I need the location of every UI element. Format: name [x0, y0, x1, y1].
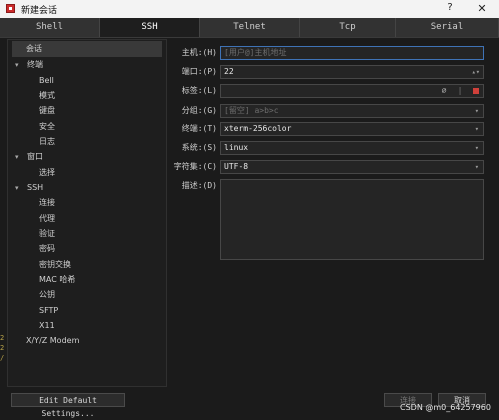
system-select[interactable]: linux ▾	[220, 141, 484, 155]
edit-default-settings-button[interactable]: Edit Default Settings...	[11, 393, 125, 418]
tree-item-x11[interactable]: X11	[39, 318, 55, 334]
port-input[interactable]: 22 ▴▾	[220, 65, 484, 79]
clear-icon[interactable]: ⌀	[439, 86, 449, 96]
tree-item-password[interactable]: 密码	[39, 241, 55, 257]
tree-item-connect[interactable]: 连接	[39, 195, 55, 211]
tree-item-mode[interactable]: 模式	[39, 88, 55, 104]
terminal-value: xterm-256color	[224, 124, 292, 133]
terminal-label: 终端:(T)	[181, 124, 217, 133]
help-button[interactable]: ?	[440, 2, 460, 16]
system-label: 系统:(S)	[181, 143, 217, 152]
tab-ssh[interactable]: SSH	[100, 18, 200, 37]
tree-item-proxy[interactable]: 代理	[39, 211, 55, 227]
description-textarea[interactable]	[220, 179, 484, 260]
group-label: 分组:(G)	[181, 106, 217, 115]
port-label: 端口:(P)	[181, 67, 217, 76]
tree-item-mac-hash[interactable]: MAC 哈希	[39, 272, 75, 288]
tree-item-select[interactable]: 选择	[39, 165, 55, 181]
tag-label: 标签:(L)	[181, 86, 217, 95]
tree-item-bell[interactable]: Bell	[39, 73, 54, 89]
tab-shell[interactable]: Shell	[0, 18, 100, 37]
chevron-down-icon[interactable]: ▾	[475, 142, 479, 154]
tree-item-log[interactable]: 日志	[39, 134, 55, 150]
background-text: 2	[0, 344, 5, 352]
stepper-arrows-icon[interactable]: ▴▾	[472, 66, 480, 78]
close-button[interactable]: ✕	[472, 2, 492, 16]
tab-tcp[interactable]: Tcp	[300, 18, 396, 37]
session-form: 主机:(H) [用户@]主机地址 端口:(P) 22 ▴▾ 标签:(L) ⌀ | …	[173, 39, 492, 387]
app-icon	[6, 4, 15, 13]
port-value: 22	[224, 67, 234, 76]
system-value: linux	[224, 143, 249, 152]
tree-item-public-key[interactable]: 公钥	[39, 287, 55, 303]
tree-item-label: 窗口	[27, 152, 43, 161]
tree-item-label: 终端	[27, 60, 43, 69]
charset-value: UTF-8	[224, 162, 249, 171]
divider-icon: |	[457, 86, 463, 95]
tree-item-window[interactable]: ▾ 窗口	[15, 149, 43, 165]
chevron-down-icon[interactable]: ▾	[475, 161, 479, 173]
group-placeholder: [留空] a>b>c	[224, 106, 279, 115]
watermark: CSDN @m0_64257960	[400, 403, 491, 412]
color-swatch-icon[interactable]	[473, 88, 479, 94]
terminal-select[interactable]: xterm-256color ▾	[220, 122, 484, 136]
group-input[interactable]: [留空] a>b>c ▾	[220, 104, 484, 118]
tree-item-security[interactable]: 安全	[39, 119, 55, 135]
tree-item-ssh[interactable]: ▾ SSH	[15, 180, 43, 196]
tree-item-label: SSH	[27, 183, 44, 192]
settings-tree: 会话 ▾ 终端 Bell 模式 键盘 安全 日志 ▾ 窗口 选择 ▾ SSH 连接 代…	[7, 39, 167, 387]
charset-label: 字符集:(C)	[173, 162, 217, 171]
tree-item-key-exchange[interactable]: 密钥交换	[39, 257, 71, 273]
background-text: /	[0, 354, 5, 362]
tree-item-terminal[interactable]: ▾ 终端	[15, 57, 43, 73]
chevron-down-icon[interactable]: ▾	[475, 105, 479, 117]
tree-item-auth[interactable]: 验证	[39, 226, 55, 242]
tree-item-keyboard[interactable]: 键盘	[39, 103, 55, 119]
window-title: 新建会话	[21, 6, 58, 16]
host-placeholder: [用户@]主机地址	[224, 48, 287, 57]
title-bar: 新建会话 ? ✕	[0, 0, 499, 18]
chevron-down-icon[interactable]: ▾	[15, 57, 23, 73]
description-label: 描述:(D)	[181, 181, 217, 190]
host-input[interactable]: [用户@]主机地址	[220, 46, 484, 60]
chevron-down-icon[interactable]: ▾	[15, 180, 23, 196]
chevron-down-icon[interactable]: ▾	[475, 123, 479, 135]
background-text: 2	[0, 334, 5, 342]
tree-item-xyz-modem[interactable]: X/Y/Z Modem	[26, 333, 79, 349]
tab-telnet[interactable]: Telnet	[200, 18, 300, 37]
tree-item-session[interactable]: 会话	[12, 41, 162, 57]
protocol-tabs: Shell SSH Telnet Tcp Serial	[0, 18, 499, 38]
host-label: 主机:(H)	[181, 48, 217, 57]
tab-serial[interactable]: Serial	[396, 18, 499, 37]
tree-item-sftp[interactable]: SFTP	[39, 303, 58, 319]
tag-input[interactable]: ⌀ |	[220, 84, 484, 98]
charset-select[interactable]: UTF-8 ▾	[220, 160, 484, 174]
tree-item-label: 会话	[26, 44, 42, 53]
chevron-down-icon[interactable]: ▾	[15, 149, 23, 165]
